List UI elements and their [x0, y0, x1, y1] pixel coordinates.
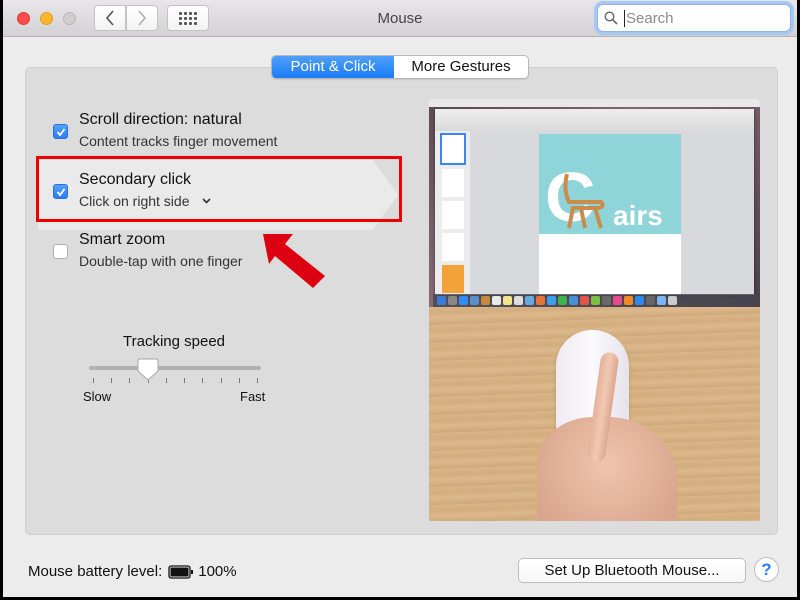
- slider-ticks: [89, 378, 261, 384]
- dock-app-icon: [668, 296, 677, 305]
- dock-app-icon: [624, 296, 633, 305]
- option-subtitle: Content tracks finger movement: [79, 133, 277, 149]
- option-smart-zoom: Smart zoom Double-tap with one finger: [26, 228, 404, 288]
- preview-toolbar: [435, 109, 754, 131]
- dock-app-icon: [646, 296, 655, 305]
- search-field[interactable]: [597, 4, 791, 32]
- battery-percent: 100%: [198, 563, 237, 580]
- preview-menu-bar: [429, 99, 760, 107]
- page-thumbnail: [442, 201, 464, 229]
- dock-app-icon: [470, 296, 479, 305]
- tracking-speed-label: Tracking speed: [123, 333, 225, 350]
- red-arrow-icon: [263, 234, 325, 288]
- dock-app-icon: [514, 296, 523, 305]
- preview-pages-window: C airs: [435, 109, 754, 295]
- option-subtitle-text: Content tracks finger movement: [79, 133, 278, 149]
- preview-dock: [433, 294, 756, 307]
- slider-tick: [184, 378, 186, 383]
- page-thumbnail: [442, 233, 464, 261]
- page-thumbnail: [442, 169, 464, 197]
- title-bar: Mouse: [3, 0, 797, 37]
- checkmark-icon: [56, 128, 66, 137]
- mouse-preferences-window: Mouse Point & Click More Gestures Scroll…: [3, 0, 797, 597]
- dock-app-icon: [437, 296, 446, 305]
- slider-min-label: Slow: [83, 389, 112, 404]
- page-thumbnail: [442, 265, 464, 293]
- slider-tick: [93, 378, 94, 383]
- option-subtitle-text: Double-tap with one finger: [79, 253, 243, 269]
- dock-app-icon: [613, 296, 622, 305]
- chair-image: [563, 173, 605, 229]
- slider-tick: [111, 378, 113, 383]
- battery-icon: [168, 564, 194, 579]
- dock-app-icon: [580, 296, 589, 305]
- search-icon: [604, 11, 618, 25]
- dock-app-icon: [558, 296, 567, 305]
- preview-document: C airs: [539, 134, 681, 295]
- slider-tick: [220, 378, 222, 383]
- dock-app-icon: [448, 296, 457, 305]
- highlight-annotation-box: [36, 156, 402, 222]
- document-text: airs: [613, 200, 663, 231]
- slider-tick: [202, 378, 204, 383]
- gesture-preview-video: C airs: [429, 99, 760, 521]
- tracking-speed-slider[interactable]: [89, 366, 261, 370]
- dock-app-icon: [635, 296, 644, 305]
- option-subtitle: Double-tap with one finger: [79, 253, 242, 269]
- slider-tick: [238, 378, 240, 383]
- search-input[interactable]: [624, 9, 774, 27]
- slider-thumb[interactable]: [137, 358, 159, 382]
- dock-app-icon: [503, 296, 512, 305]
- option-title: Smart zoom: [79, 231, 166, 248]
- settings-panel: Scroll direction: natural Content tracks…: [25, 67, 778, 535]
- setup-bluetooth-mouse-button[interactable]: Set Up Bluetooth Mouse...: [518, 558, 746, 583]
- dock-app-icon: [602, 296, 611, 305]
- help-button[interactable]: ?: [754, 557, 779, 582]
- tab-more-gestures[interactable]: More Gestures: [394, 56, 528, 78]
- option-title: Scroll direction: natural: [79, 111, 242, 128]
- smart-zoom-checkbox[interactable]: [53, 244, 68, 259]
- page-thumbnail: [440, 133, 466, 165]
- dock-app-icon: [569, 296, 578, 305]
- dock-app-icon: [657, 296, 666, 305]
- tab-bar: Point & Click More Gestures: [271, 55, 529, 79]
- preview-sidebar: [435, 131, 470, 295]
- slider-tick: [257, 378, 258, 383]
- preview-screen: C airs: [429, 99, 760, 307]
- dock-app-icon: [481, 296, 490, 305]
- scroll-direction-checkbox[interactable]: [53, 124, 68, 139]
- dock-app-icon: [525, 296, 534, 305]
- slider-tick: [129, 378, 131, 383]
- dock-app-icon: [492, 296, 501, 305]
- dock-app-icon: [547, 296, 556, 305]
- dock-app-icon: [591, 296, 600, 305]
- dock-app-icon: [459, 296, 468, 305]
- battery-label: Mouse battery level:: [28, 563, 163, 580]
- dock-app-icon: [536, 296, 545, 305]
- slider-max-label: Fast: [240, 389, 266, 404]
- battery-status: Mouse battery level: 100%: [28, 563, 237, 580]
- slider-tick: [165, 378, 167, 383]
- preview-desk: [429, 307, 760, 521]
- tab-point-and-click[interactable]: Point & Click: [272, 56, 394, 78]
